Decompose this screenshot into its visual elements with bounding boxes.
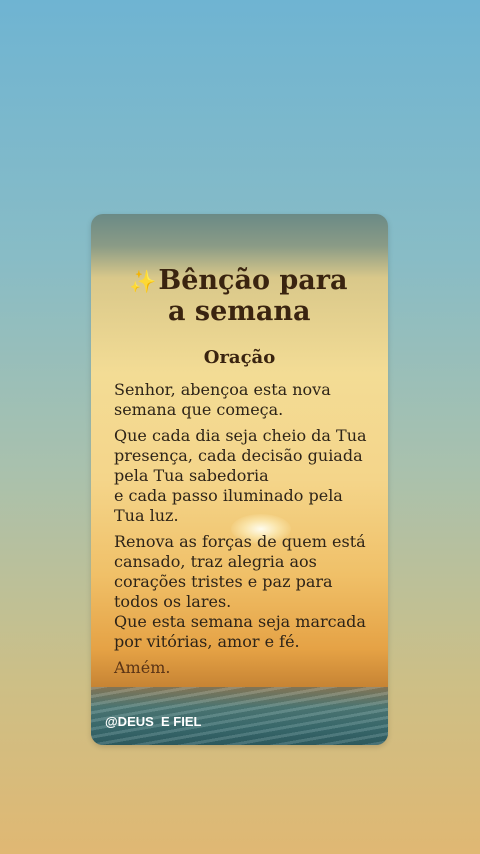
prayer-heading: Oração (203, 347, 276, 368)
prayer-card: ✨Bênção para a semana Oração Senhor, abe… (91, 214, 388, 745)
prayer-text: Senhor, abençoa esta nova semana que com… (114, 380, 374, 684)
account-handle: @DEUS E FIEL (105, 714, 202, 729)
prayer-paragraph: Que cada dia seja cheio da Tua presença,… (114, 426, 367, 485)
prayer-paragraph: Que esta semana seja marcada por vitória… (114, 612, 366, 651)
prayer-paragraph: Renova as forças de quem está cansado, t… (114, 532, 366, 611)
title-line-2: a semana (168, 296, 311, 327)
prayer-paragraph: Senhor, abençoa esta nova semana que com… (114, 380, 331, 419)
prayer-closing: Amém. (114, 658, 171, 677)
card-title: ✨Bênção para a semana (129, 266, 379, 327)
prayer-paragraph: e cada passo iluminado pela Tua luz. (114, 486, 343, 525)
sparkles-icon: ✨ (129, 269, 157, 295)
title-line-1: Bênção para (158, 265, 348, 296)
